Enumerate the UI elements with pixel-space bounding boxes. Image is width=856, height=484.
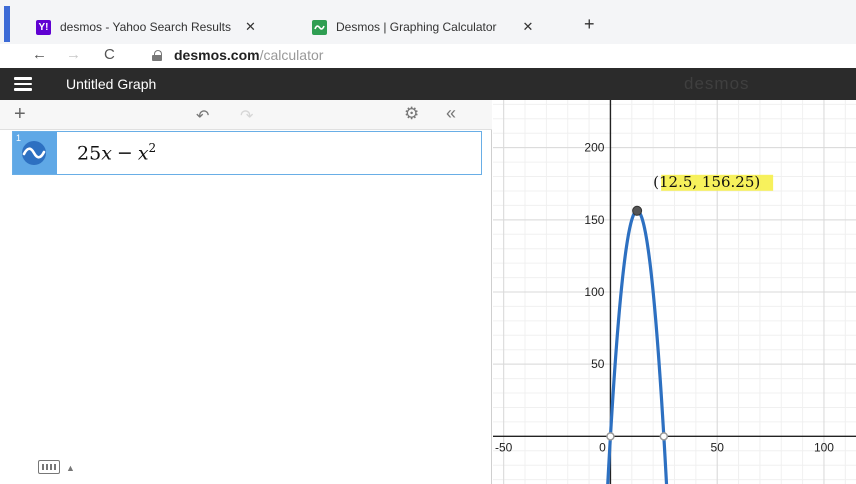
- expression-row[interactable]: 1 25x − x2: [12, 131, 482, 175]
- y-tick-label: 150: [584, 213, 604, 227]
- zero-point: [606, 432, 615, 441]
- y-tick-label: 200: [584, 141, 604, 155]
- graph-title[interactable]: Untitled Graph: [66, 76, 156, 92]
- address-bar: ← → C desmos.com/calculator: [0, 44, 856, 68]
- tab-yahoo-search[interactable]: Y! desmos - Yahoo Search Results ✕: [36, 16, 256, 38]
- tab-label: Desmos | Graphing Calculator: [336, 20, 497, 34]
- x-tick-label: 50: [711, 440, 725, 454]
- forward-arrow-icon[interactable]: →: [66, 46, 81, 63]
- x-tick-label: -50: [495, 440, 513, 454]
- browser-tab-strip: Y! desmos - Yahoo Search Results ✕ Desmo…: [0, 0, 856, 44]
- point-coordinate-label: (12.5, 156.25): [653, 173, 760, 191]
- expression-color-tab[interactable]: 1: [13, 132, 57, 174]
- x-tick-label: 0: [599, 440, 606, 454]
- vertex-point: [632, 205, 643, 216]
- app-header: Untitled Graph desmos: [0, 68, 856, 100]
- collapse-panel-icon[interactable]: «: [446, 103, 456, 124]
- tab-desmos-calculator[interactable]: Desmos | Graphing Calculator ✕: [312, 16, 533, 38]
- expression-panel: + ↶ ↷ ⚙ « 1 25x − x2 ▲: [0, 100, 492, 484]
- tab-label: desmos - Yahoo Search Results: [60, 20, 231, 34]
- expression-math[interactable]: 25x − x2: [77, 141, 156, 164]
- y-tick-label: 100: [584, 285, 604, 299]
- undo-icon[interactable]: ↶: [196, 106, 209, 126]
- new-tab-button[interactable]: +: [584, 14, 595, 35]
- back-arrow-icon[interactable]: ←: [32, 46, 47, 63]
- function-curve: [606, 209, 669, 484]
- y-tick-label: 50: [591, 357, 605, 371]
- curve-visibility-icon[interactable]: [19, 140, 49, 166]
- chevron-up-icon[interactable]: ▲: [66, 463, 75, 473]
- x-tick-label: 100: [814, 440, 834, 454]
- keyboard-icon[interactable]: [38, 460, 60, 474]
- close-icon[interactable]: ✕: [523, 19, 534, 35]
- graph-svg[interactable]: -50 0 50 100 50 100 150 200 (12.5, 156.25): [493, 100, 856, 484]
- expression-toolbar: + ↶ ↷ ⚙ «: [0, 100, 492, 130]
- reload-icon[interactable]: C: [104, 46, 115, 63]
- yahoo-icon: Y!: [36, 19, 51, 35]
- url-field[interactable]: desmos.com/calculator: [174, 47, 323, 63]
- hamburger-menu-icon[interactable]: [14, 77, 32, 91]
- desmos-icon: [312, 19, 327, 35]
- zero-point: [659, 432, 669, 441]
- desmos-logo: desmos: [684, 74, 750, 93]
- url-host: desmos.com: [174, 47, 260, 63]
- close-icon[interactable]: ✕: [245, 19, 256, 35]
- url-path: /calculator: [259, 47, 324, 63]
- add-item-button[interactable]: +: [14, 103, 26, 126]
- tab-accent-bar: [4, 6, 10, 42]
- redo-icon[interactable]: ↷: [240, 106, 253, 126]
- graph-canvas[interactable]: -50 0 50 100 50 100 150 200 (12.5, 156.25): [493, 100, 856, 484]
- gear-icon[interactable]: ⚙: [404, 104, 419, 124]
- lock-icon: [152, 50, 162, 61]
